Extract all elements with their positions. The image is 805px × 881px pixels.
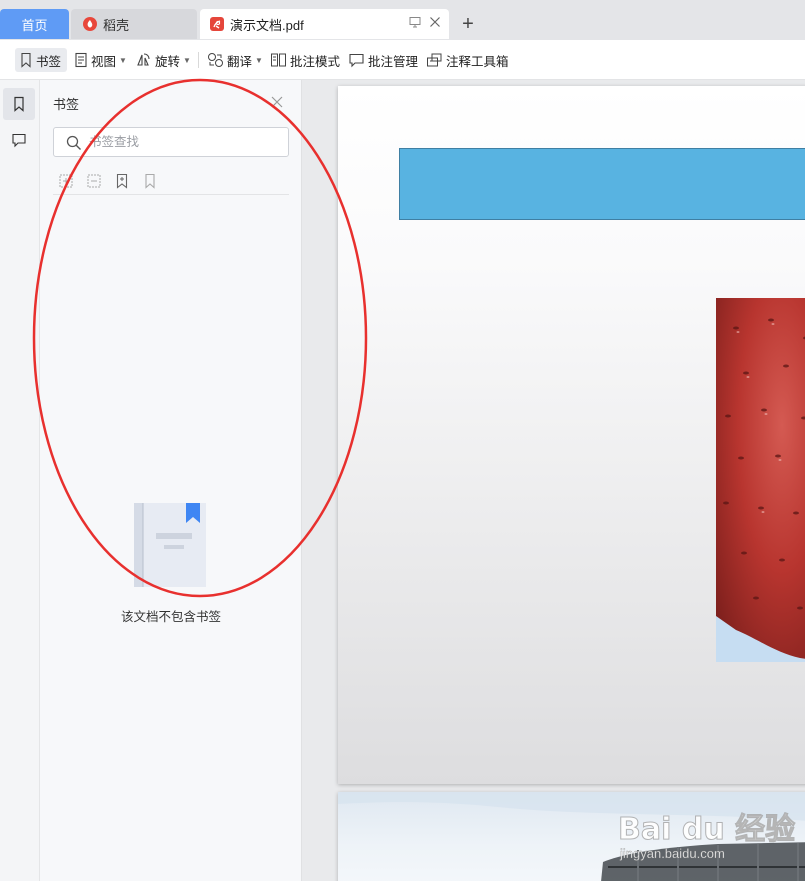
rail-comment-button[interactable] <box>3 124 35 156</box>
chevron-down-icon: ▼ <box>255 55 263 65</box>
toolbox-icon <box>427 53 442 67</box>
tab-daoke[interactable]: 稻壳 <box>71 9 197 39</box>
bookmark-search-input[interactable] <box>89 133 279 151</box>
view-icon <box>75 52 87 68</box>
comment-icon <box>12 133 26 148</box>
rotate-icon <box>137 53 150 66</box>
new-tab-button[interactable]: + <box>459 13 477 35</box>
view-button[interactable]: 视图 ▼ <box>74 48 127 72</box>
bookmark-button[interactable]: 书签 <box>15 48 67 72</box>
rail-bookmark-button[interactable] <box>3 88 35 120</box>
translate-button[interactable]: 翻译 ▼ <box>207 48 263 72</box>
tab-document-label: 演示文档.pdf <box>230 17 304 33</box>
annotate-manage-label: 批注管理 <box>368 54 419 69</box>
rotate-button[interactable]: 旋转 ▼ <box>136 48 191 72</box>
pdf-file-icon <box>210 17 224 31</box>
bookmark-panel: 书签 该文档不包含书签 <box>40 80 302 881</box>
daoke-logo-icon <box>83 17 97 31</box>
translate-label: 翻译 <box>227 54 253 69</box>
annotate-manage-button[interactable]: 批注管理 <box>348 48 418 72</box>
annotate-toolbox-button[interactable]: 注释工具箱 <box>426 48 509 72</box>
annotate-toolbox-label: 注释工具箱 <box>446 54 509 69</box>
toolbar: 书签 视图 ▼ 旋转 ▼ 翻译 ▼ 批注模式 批注管理 注释工具箱 <box>0 40 805 80</box>
bookmark-search <box>53 127 289 157</box>
baidu-watermark-logo: Bai du 经验 <box>617 812 796 848</box>
tab-bar: 首页 稻壳 演示文档.pdf + <box>0 0 805 40</box>
chevron-down-icon: ▼ <box>183 55 191 65</box>
bookmark-icon <box>14 96 24 112</box>
document-viewer[interactable] <box>302 80 805 881</box>
tab-home-label: 首页 <box>21 17 48 33</box>
search-icon <box>66 135 81 150</box>
translate-icon <box>208 53 223 67</box>
panel-title: 书签 <box>53 97 80 112</box>
annotate-mode-icon <box>271 53 286 67</box>
annotate-mode-label: 批注模式 <box>290 54 341 69</box>
bookmark-tools <box>53 170 289 195</box>
close-tab-icon[interactable] <box>429 16 441 31</box>
comment-icon <box>349 53 364 68</box>
view-label: 视图 <box>91 54 117 69</box>
baidu-watermark: Bai du 经验 jingyan.baidu.com <box>610 790 800 870</box>
bookmark-icon <box>21 52 31 68</box>
chevron-down-icon: ▼ <box>119 55 127 65</box>
rotate-label: 旋转 <box>155 54 181 69</box>
bookmark-outline-icon[interactable] <box>141 172 159 190</box>
toolbar-divider <box>198 52 199 68</box>
baidu-watermark-url: jingyan.baidu.com <box>620 846 725 861</box>
empty-bookmark-illustration <box>132 503 208 587</box>
annotate-mode-button[interactable]: 批注模式 <box>270 48 340 72</box>
strawberry-image <box>716 298 805 662</box>
tab-document[interactable]: 演示文档.pdf <box>200 9 449 39</box>
add-bookmark-icon[interactable] <box>113 172 131 190</box>
bookmark-label: 书签 <box>36 54 62 69</box>
pin-window-icon[interactable] <box>409 16 421 31</box>
collapse-all-icon[interactable] <box>85 172 103 190</box>
close-icon[interactable] <box>270 95 284 109</box>
tab-home[interactable]: 首页 <box>0 9 69 39</box>
tab-daoke-label: 稻壳 <box>103 17 130 33</box>
side-rail <box>0 80 40 881</box>
expand-all-icon[interactable] <box>57 172 75 190</box>
pdf-page <box>338 86 805 784</box>
empty-bookmark-message: 该文档不包含书签 <box>120 610 221 624</box>
page-banner <box>399 148 805 220</box>
